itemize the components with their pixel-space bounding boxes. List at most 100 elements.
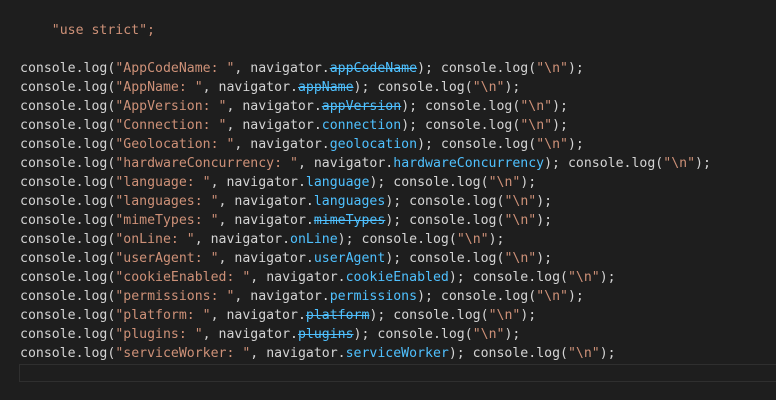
label-string: "AppName: " (115, 80, 203, 95)
code-line[interactable]: console.log("AppVersion: ", navigator.ap… (20, 97, 568, 116)
console-object: console (20, 137, 76, 152)
dot: . (321, 61, 330, 76)
dot: . (75, 270, 84, 285)
console-object: console (20, 61, 76, 76)
code-line[interactable]: console.log("AppName: ", navigator.appNa… (20, 78, 520, 97)
comma: , (210, 308, 227, 323)
code-line[interactable]: console.log("userAgent: ", navigator.use… (20, 249, 552, 268)
navigator-property: hardwareConcurrency (393, 156, 545, 171)
log-method: log (631, 156, 656, 171)
log-method: log (472, 194, 497, 209)
code-line[interactable]: console.log("Geolocation: ", navigator.g… (20, 135, 584, 154)
code-line[interactable]: console.log("permissions: ", navigator.p… (20, 287, 584, 306)
close-statement: ); (353, 327, 378, 342)
code-line[interactable]: console.log("mimeTypes: ", navigator.mim… (20, 211, 552, 230)
log-method: log (83, 99, 108, 114)
log-method: log (83, 156, 108, 171)
newline-string: "\n" (488, 175, 521, 190)
log-method: log (83, 118, 108, 133)
log-method: log (83, 327, 108, 342)
close-statement: ); (567, 61, 584, 76)
console-object: console (20, 194, 76, 209)
console-object: console (567, 156, 624, 171)
label-string: "permissions: " (115, 289, 235, 304)
console-object: console (20, 175, 76, 190)
newline-string: "\n" (567, 270, 600, 285)
code-line[interactable]: console.log("languages: ", navigator.lan… (20, 192, 552, 211)
close-statement: ); (401, 99, 426, 114)
navigator-object: navigator (234, 194, 306, 209)
comma: , (218, 213, 235, 228)
close-statement: ); (385, 251, 410, 266)
dot: . (75, 137, 84, 152)
console-object: console (20, 156, 76, 171)
navigator-object: navigator (234, 213, 306, 228)
console-object: console (20, 289, 76, 304)
log-method: log (83, 61, 108, 76)
navigator-object: navigator (242, 118, 314, 133)
dot: . (75, 80, 84, 95)
dot: . (75, 61, 84, 76)
label-string: "mimeTypes: " (115, 213, 219, 228)
open-paren: ( (560, 346, 568, 361)
comma: , (194, 232, 211, 247)
code-line[interactable]: console.log("plugins: ", navigator.plugi… (20, 325, 520, 344)
current-line-highlight[interactable] (19, 364, 776, 382)
close-statement: ); (567, 137, 584, 152)
dot: . (75, 346, 84, 361)
log-method: log (83, 213, 108, 228)
close-statement: ); (567, 289, 584, 304)
code-line[interactable]: console.log("serviceWorker: ", navigator… (20, 344, 616, 363)
console-object: console (440, 137, 497, 152)
close-statement: ); (385, 213, 410, 228)
code-editor[interactable]: "use strict"; console.log("AppCodeName: … (0, 0, 776, 400)
dot: . (75, 99, 84, 114)
open-paren: ( (528, 137, 537, 152)
comma: , (234, 61, 251, 76)
code-line[interactable]: console.log("platform: ", navigator.plat… (20, 306, 536, 325)
console-object: console (377, 327, 433, 342)
code-line[interactable]: console.log("AppCodeName: ", navigator.a… (20, 59, 584, 78)
use-strict-directive: "use strict"; (51, 23, 155, 38)
open-paren: ( (528, 61, 537, 76)
navigator-object: navigator (210, 232, 283, 247)
comma: , (250, 346, 267, 361)
close-statement: ); (369, 175, 394, 190)
navigator-property: language (305, 175, 370, 190)
newline-string: "\n" (520, 118, 553, 133)
close-statement: ); (544, 156, 568, 171)
close-statement: ); (369, 308, 394, 323)
comma: , (226, 99, 243, 114)
open-paren: ( (560, 270, 568, 285)
console-object: console (393, 175, 449, 190)
dot: . (337, 346, 346, 361)
code-line[interactable]: console.log("Connection: ", navigator.co… (20, 116, 568, 135)
code-line[interactable]: console.log("hardwareConcurrency: ", nav… (20, 154, 711, 173)
dot: . (305, 213, 314, 228)
open-paren: ( (464, 80, 473, 95)
open-paren: ( (448, 232, 457, 247)
console-object: console (20, 251, 76, 266)
label-string: "languages: " (115, 194, 219, 209)
log-method: log (83, 194, 108, 209)
label-string: "cookieEnabled: " (115, 270, 251, 285)
code-line[interactable]: console.log("language: ", navigator.lang… (20, 173, 536, 192)
log-method: log (488, 99, 513, 114)
dot: . (448, 175, 457, 190)
newline-string: "\n" (472, 80, 505, 95)
log-method: log (83, 346, 108, 361)
close-statement: ); (488, 232, 505, 247)
newline-string: "\n" (520, 99, 553, 114)
code-line-use-strict[interactable]: "use strict"; (20, 2, 155, 38)
close-statement: ); (536, 213, 553, 228)
navigator-property: permissions (329, 289, 418, 304)
comma: , (210, 175, 227, 190)
code-line[interactable]: console.log("onLine: ", navigator.onLine… (20, 230, 504, 249)
comma: , (202, 80, 219, 95)
dot: . (305, 194, 314, 209)
label-string: "hardwareConcurrency: " (115, 156, 298, 171)
navigator-property-deprecated: mimeTypes (313, 213, 386, 228)
code-line[interactable]: console.log("cookieEnabled: ", navigator… (20, 268, 616, 287)
log-method: log (488, 118, 513, 133)
navigator-property: userAgent (313, 251, 386, 266)
